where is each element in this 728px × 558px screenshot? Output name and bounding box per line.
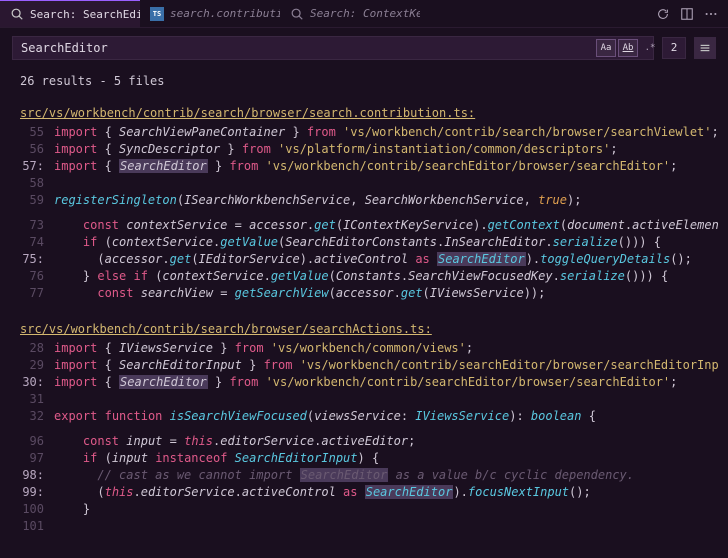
- result-line[interactable]: 30:import { SearchEditor } from 'vs/work…: [20, 374, 718, 391]
- search-icon: [290, 7, 304, 21]
- results-panel: src/vs/workbench/contrib/search/browser/…: [0, 106, 728, 545]
- result-line[interactable]: 99: (this.editorService.activeControl as…: [20, 484, 718, 501]
- code-content: export function isSearchViewFocused(view…: [54, 408, 718, 425]
- result-line[interactable]: 74 if (contextService.getValue(SearchEdi…: [20, 234, 718, 251]
- split-editor-icon[interactable]: [680, 7, 694, 21]
- whole-word-button[interactable]: Ab: [618, 39, 638, 57]
- code-content: } else if (contextService.getValue(Const…: [54, 268, 718, 285]
- result-line[interactable]: 31: [20, 391, 718, 408]
- code-content: // cast as we cannot import SearchEditor…: [54, 467, 718, 484]
- code-content: const input = this.editorService.activeE…: [54, 433, 718, 450]
- line-number: 32: [20, 408, 54, 425]
- line-number: 57:: [20, 158, 54, 175]
- tab-label: search.contribution.ts: [170, 7, 280, 20]
- code-content: import { SearchEditor } from 'vs/workben…: [54, 374, 718, 391]
- line-number: 56: [20, 141, 54, 158]
- code-content: import { SearchViewPaneContainer } from …: [54, 124, 718, 141]
- result-line[interactable]: 32export function isSearchViewFocused(vi…: [20, 408, 718, 425]
- result-line[interactable]: 77 const searchView = getSearchView(acce…: [20, 285, 718, 302]
- code-content: [54, 391, 718, 408]
- more-icon[interactable]: [704, 7, 718, 21]
- code-content: if (input instanceof SearchEditorInput) …: [54, 450, 718, 467]
- hamburger-icon: [698, 41, 712, 55]
- tab-search-contextkey[interactable]: Search: ContextKey: [280, 0, 420, 27]
- refresh-icon[interactable]: [656, 7, 670, 21]
- result-line[interactable]: 97 if (input instanceof SearchEditorInpu…: [20, 450, 718, 467]
- line-number: 77: [20, 285, 54, 302]
- tab-contribution-ts[interactable]: TS search.contribution.ts: [140, 0, 280, 27]
- code-content: import { SearchEditor } from 'vs/workben…: [54, 158, 718, 175]
- result-line[interactable]: 28import { IViewsService } from 'vs/work…: [20, 340, 718, 357]
- result-line[interactable]: 75: (accessor.get(IEditorService).active…: [20, 251, 718, 268]
- line-number: 101: [20, 518, 54, 535]
- tab-label: Search: ContextKey: [310, 7, 420, 20]
- result-line[interactable]: 55import { SearchViewPaneContainer } fro…: [20, 124, 718, 141]
- tab-actions: [646, 0, 728, 27]
- code-content: const searchView = getSearchView(accesso…: [54, 285, 718, 302]
- line-number: 28: [20, 340, 54, 357]
- results-summary: 26 results - 5 files: [0, 66, 728, 98]
- result-line[interactable]: 57:import { SearchEditor } from 'vs/work…: [20, 158, 718, 175]
- code-content: [54, 518, 718, 535]
- toggle-details-button[interactable]: [694, 37, 716, 59]
- code-content: (this.editorService.activeControl as Sea…: [54, 484, 718, 501]
- file-path-header[interactable]: src/vs/workbench/contrib/search/browser/…: [20, 322, 718, 336]
- result-line[interactable]: 73 const contextService = accessor.get(I…: [20, 217, 718, 234]
- result-line[interactable]: 29import { SearchEditorInput } from 'vs/…: [20, 357, 718, 374]
- search-options: Aa Ab .*: [596, 39, 660, 57]
- context-lines-input[interactable]: 2: [662, 37, 686, 59]
- result-line[interactable]: 56import { SyncDescriptor } from 'vs/pla…: [20, 141, 718, 158]
- result-line[interactable]: 59registerSingleton(ISearchWorkbenchServ…: [20, 192, 718, 209]
- match-case-button[interactable]: Aa: [596, 39, 616, 57]
- line-number: 75:: [20, 251, 54, 268]
- search-input[interactable]: [12, 36, 654, 60]
- line-number: 98:: [20, 467, 54, 484]
- code-content: (accessor.get(IEditorService).activeCont…: [54, 251, 718, 268]
- line-number: 99:: [20, 484, 54, 501]
- line-number: 59: [20, 192, 54, 209]
- regex-button[interactable]: .*: [640, 39, 660, 57]
- line-number: 74: [20, 234, 54, 251]
- code-content: [54, 175, 718, 192]
- search-bar: Aa Ab .* 2: [12, 36, 716, 60]
- file-path-header[interactable]: src/vs/workbench/contrib/search/browser/…: [20, 106, 718, 120]
- line-number: 30:: [20, 374, 54, 391]
- code-content: import { SyncDescriptor } from 'vs/platf…: [54, 141, 718, 158]
- tab-search-editor[interactable]: Search: SearchEdi...: [0, 0, 140, 27]
- line-number: 76: [20, 268, 54, 285]
- line-number: 55: [20, 124, 54, 141]
- tab-label: Search: SearchEdi...: [30, 8, 140, 21]
- line-number: 100: [20, 501, 54, 518]
- search-icon: [10, 7, 24, 21]
- line-number: 73: [20, 217, 54, 234]
- result-line[interactable]: 101: [20, 518, 718, 535]
- tab-bar: Search: SearchEdi... TS search.contribut…: [0, 0, 728, 28]
- result-line[interactable]: 100 }: [20, 501, 718, 518]
- result-line[interactable]: 98: // cast as we cannot import SearchEd…: [20, 467, 718, 484]
- line-number: 97: [20, 450, 54, 467]
- result-line[interactable]: 96 const input = this.editorService.acti…: [20, 433, 718, 450]
- code-content: import { SearchEditorInput } from 'vs/wo…: [54, 357, 718, 374]
- code-content: }: [54, 501, 718, 518]
- code-content: registerSingleton(ISearchWorkbenchServic…: [54, 192, 718, 209]
- code-content: const contextService = accessor.get(ICon…: [54, 217, 718, 234]
- result-line[interactable]: 58: [20, 175, 718, 192]
- line-number: 58: [20, 175, 54, 192]
- line-number: 31: [20, 391, 54, 408]
- line-number: 96: [20, 433, 54, 450]
- line-number: 29: [20, 357, 54, 374]
- code-content: if (contextService.getValue(SearchEditor…: [54, 234, 718, 251]
- result-line[interactable]: 76 } else if (contextService.getValue(Co…: [20, 268, 718, 285]
- code-content: import { IViewsService } from 'vs/workbe…: [54, 340, 718, 357]
- ts-file-icon: TS: [150, 7, 164, 21]
